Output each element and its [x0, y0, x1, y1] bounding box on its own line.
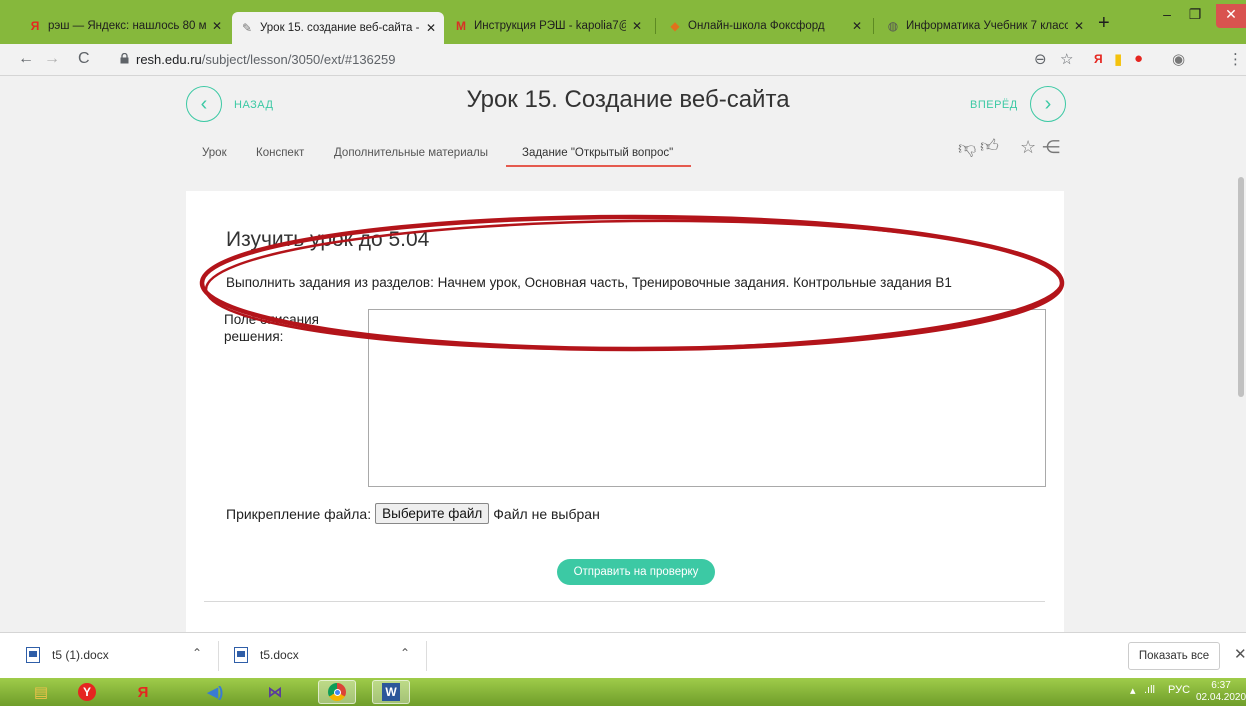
back-link[interactable]: НАЗАД: [234, 99, 273, 111]
media-player-icon[interactable]: ◀): [196, 680, 234, 704]
star-icon[interactable]: ☆: [1060, 50, 1073, 68]
file-status: Файл не выбран: [493, 505, 600, 522]
page-scrollbar[interactable]: [1234, 77, 1246, 632]
yandex-browser-icon[interactable]: ●: [1134, 50, 1143, 67]
close-icon[interactable]: ✕: [212, 19, 222, 33]
tab-separator: [655, 18, 656, 34]
download-filename: t5 (1).docx: [52, 648, 109, 662]
clock[interactable]: 6:37 02.04.2020: [1196, 680, 1246, 704]
file-attach-row: Прикрепление файла: Выберите файл Файл н…: [226, 503, 600, 524]
page-title: Урок 15. Создание веб-сайта: [466, 86, 790, 113]
choose-file-button[interactable]: Выберите файл: [375, 503, 490, 524]
chevron-up-icon[interactable]: ⌃: [192, 646, 202, 660]
close-icon[interactable]: ✕: [426, 21, 436, 35]
yandex-extension-icon[interactable]: Я: [1094, 52, 1103, 66]
solution-field-label: Поле описания решения:: [224, 312, 319, 344]
tab-lesson[interactable]: Урок: [202, 147, 227, 159]
yandex-icon: Я: [30, 19, 40, 33]
share-icon[interactable]: ⋲: [1042, 137, 1060, 158]
task-card: Изучить урок до 5.04 Выполнить задания и…: [186, 191, 1064, 632]
scrollbar-thumb[interactable]: [1238, 177, 1244, 397]
file-explorer-icon[interactable]: ▤: [22, 680, 60, 704]
url-host: resh.edu.ru: [136, 52, 202, 67]
signal-icon: .ıll: [1144, 684, 1155, 696]
tab-gmail[interactable]: M Инструкция РЭШ - kapolia7@g ✕: [446, 14, 650, 38]
page-viewport: ‹ НАЗАД Урок 15. Создание веб-сайта ВПЕР…: [0, 77, 1246, 632]
address-bar: ← → C resh.edu.ru/subject/lesson/3050/ex…: [0, 44, 1246, 76]
clock-time: 6:37: [1211, 680, 1231, 691]
gmail-icon: M: [456, 19, 466, 33]
tab-summary[interactable]: Конспект: [256, 147, 304, 159]
tab-separator: [873, 18, 874, 34]
lock-icon: [120, 53, 129, 64]
close-icon[interactable]: ✕: [1234, 645, 1246, 663]
minimize-icon[interactable]: –: [1152, 4, 1182, 28]
like-icon[interactable]: 👍︎: [980, 135, 999, 157]
yandex-icon[interactable]: Я: [124, 680, 162, 704]
fox-icon: ◆: [670, 19, 680, 33]
tab-title: Инструкция РЭШ - kapolia7@g: [474, 20, 626, 32]
close-icon[interactable]: ✕: [852, 19, 862, 33]
word-doc-icon: [234, 647, 248, 663]
dislike-icon[interactable]: 👎︎: [958, 137, 976, 159]
taskbar: ▤ Y Я ◀) ⋈ W ▴ .ıll РУС 6:37 02.04.2020: [0, 678, 1246, 706]
submit-button[interactable]: Отправить на проверку: [557, 559, 715, 585]
tab-foxford[interactable]: ◆ Онлайн-школа Фоксфорд ✕: [660, 14, 870, 38]
back-arrow-icon[interactable]: ←: [18, 50, 34, 68]
url-path: /subject/lesson/3050/ext/#136259: [201, 52, 396, 67]
language-indicator[interactable]: РУС: [1168, 684, 1190, 696]
solution-textarea[interactable]: [368, 309, 1046, 487]
file-label: Прикрепление файла:: [226, 505, 372, 522]
tab-title: рэш — Яндекс: нашлось 80 млн: [48, 20, 206, 32]
reload-icon[interactable]: C: [78, 50, 90, 68]
task-description: Выполнить задания из разделов: Начнем ур…: [226, 275, 952, 290]
tab-title: Урок 15. создание веб-сайта -: [260, 22, 420, 34]
avatar[interactable]: ◉: [1172, 50, 1185, 68]
tab-open-question[interactable]: Задание "Открытый вопрос": [522, 147, 673, 159]
back-circle-icon[interactable]: ‹: [186, 86, 222, 122]
favorite-star-icon[interactable]: ☆: [1020, 137, 1036, 158]
clock-date: 02.04.2020: [1196, 692, 1246, 703]
tab-strip: Я рэш — Яндекс: нашлось 80 млн ✕ ✎ Урок …: [0, 0, 1246, 44]
tab-lesson[interactable]: ✎ Урок 15. создание веб-сайта - ✕: [232, 12, 444, 44]
word-icon[interactable]: W: [372, 680, 410, 704]
forward-arrow-icon[interactable]: →: [44, 50, 60, 68]
downloads-bar: t5 (1).docx ⌃ t5.docx ⌃ Показать все ✕: [0, 632, 1246, 678]
close-icon[interactable]: ✕: [632, 19, 642, 33]
chevron-up-icon[interactable]: ⌃: [400, 646, 410, 660]
yandex-browser-icon[interactable]: Y: [68, 680, 106, 704]
new-tab-button[interactable]: +: [1098, 12, 1110, 35]
chrome-icon[interactable]: [318, 680, 356, 704]
tab-informatics[interactable]: ◍ Информатика Учебник 7 класс ✕: [878, 14, 1092, 38]
show-all-downloads-button[interactable]: Показать все: [1128, 642, 1220, 670]
tab-title: Информатика Учебник 7 класс: [906, 20, 1068, 32]
tab-title: Онлайн-школа Фоксфорд: [688, 20, 825, 32]
teamviewer-icon[interactable]: ⋈: [256, 680, 294, 704]
menu-icon[interactable]: ⋮: [1228, 50, 1243, 68]
word-doc-icon: [26, 647, 40, 663]
download-item[interactable]: t5.docx: [234, 647, 299, 663]
active-tab-underline: [506, 165, 691, 167]
url-field[interactable]: resh.edu.ru/subject/lesson/3050/ext/#136…: [136, 52, 395, 67]
download-item[interactable]: t5 (1).docx: [26, 647, 109, 663]
tab-extra-materials[interactable]: Дополнительные материалы: [334, 147, 488, 159]
restore-icon[interactable]: ❐: [1180, 4, 1210, 28]
divider: [204, 601, 1045, 602]
separator: [218, 641, 219, 671]
tab-yandex-search[interactable]: Я рэш — Яндекс: нашлось 80 млн ✕: [20, 14, 230, 38]
download-filename: t5.docx: [260, 648, 299, 662]
close-icon[interactable]: ✕: [1074, 19, 1084, 33]
tray-arrow-icon[interactable]: ▴: [1130, 684, 1136, 697]
zoom-icon[interactable]: ⊖: [1034, 50, 1047, 68]
forward-circle-icon[interactable]: ›: [1030, 86, 1066, 122]
pencil-icon: ✎: [241, 21, 253, 35]
task-title: Изучить урок до 5.04: [226, 228, 430, 251]
bookmark-extension-icon[interactable]: ▮: [1114, 50, 1122, 68]
forward-link[interactable]: ВПЕРЁД: [970, 99, 1018, 111]
window-close-icon[interactable]: ✕: [1216, 4, 1246, 28]
globe-icon: ◍: [887, 19, 899, 33]
separator: [426, 641, 427, 671]
